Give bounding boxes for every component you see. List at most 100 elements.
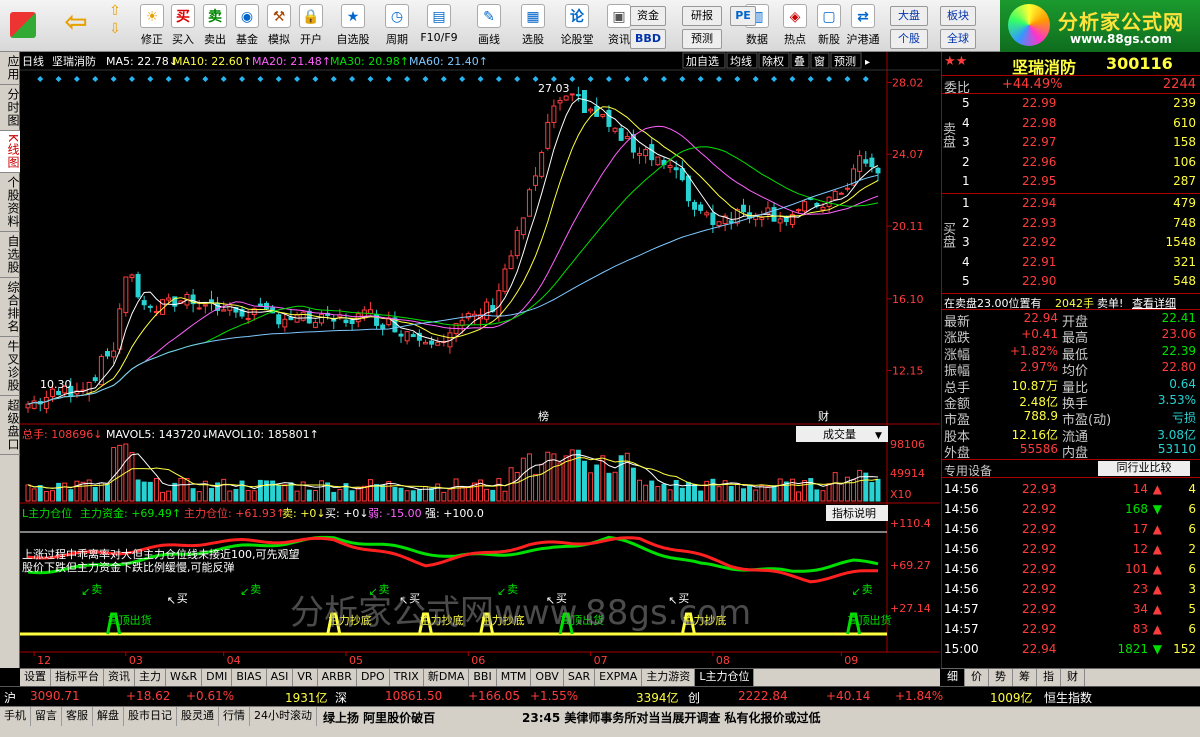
event-diamond-icon[interactable] bbox=[183, 76, 190, 82]
bottom-item-7[interactable]: 24小时滚动 bbox=[250, 707, 317, 726]
candle[interactable] bbox=[514, 229, 520, 257]
candle[interactable] bbox=[857, 155, 863, 172]
sidebar-item-6[interactable]: 牛叉诊股 bbox=[0, 337, 20, 396]
volume-bar[interactable] bbox=[630, 467, 636, 502]
candle[interactable] bbox=[526, 189, 532, 217]
grid-layout-icon[interactable] bbox=[2, 2, 44, 50]
volume-bar[interactable] bbox=[747, 485, 753, 502]
candle[interactable] bbox=[484, 301, 490, 320]
sidebar-item-2[interactable]: K线图 bbox=[0, 131, 20, 173]
event-diamond-icon[interactable] bbox=[752, 76, 759, 82]
volume-bar[interactable] bbox=[765, 486, 771, 502]
candle[interactable] bbox=[141, 300, 147, 306]
candle[interactable] bbox=[398, 333, 404, 337]
bottom-item-2[interactable]: 客服 bbox=[62, 707, 93, 726]
event-diamond-icon[interactable] bbox=[716, 76, 723, 82]
toolbar-button-7[interactable]: ◷ 周期 bbox=[376, 2, 418, 50]
volume-bar[interactable] bbox=[569, 449, 575, 502]
volume-bar[interactable] bbox=[386, 481, 392, 502]
volume-bar[interactable] bbox=[117, 444, 123, 502]
candle[interactable] bbox=[312, 321, 318, 328]
sidebar-item-1[interactable]: 分时图 bbox=[0, 85, 20, 131]
volume-bar[interactable] bbox=[704, 480, 710, 502]
right-tab-3[interactable]: 筹 bbox=[1013, 669, 1037, 686]
geban-button[interactable]: 个股 bbox=[890, 29, 928, 49]
event-diamond-icon[interactable] bbox=[826, 76, 833, 82]
dapan-button[interactable]: 大盘 bbox=[890, 6, 928, 26]
volume-bar[interactable] bbox=[539, 463, 545, 502]
tab-2[interactable]: 资讯 bbox=[104, 669, 135, 686]
candle[interactable] bbox=[581, 90, 587, 113]
candle[interactable] bbox=[435, 341, 441, 346]
event-diamond-icon[interactable] bbox=[734, 76, 741, 82]
tab-9[interactable]: ARBR bbox=[318, 669, 357, 686]
toolbar-button-3[interactable]: ◉ 基金 bbox=[232, 2, 262, 50]
candle[interactable] bbox=[777, 218, 783, 224]
volume-bar[interactable] bbox=[319, 480, 325, 502]
volume-bar[interactable] bbox=[129, 452, 135, 502]
volume-bar[interactable] bbox=[374, 484, 380, 502]
back-arrow-icon[interactable]: ⇦ bbox=[58, 2, 94, 50]
kline-svg[interactable]: 高顶出货 主力抄底 主力抄底 主力抄底 高顶出货 主力抄底 高顶出货↙ 卖↖ 买↙ 卖 ↙ 卖↖ 买↙ 卖… bbox=[20, 52, 940, 668]
event-diamond-icon[interactable] bbox=[807, 76, 814, 82]
candle[interactable] bbox=[25, 403, 31, 409]
candle[interactable] bbox=[637, 153, 642, 156]
toolbar-button-16[interactable]: ⇄ 沪港通 bbox=[842, 2, 884, 50]
candle[interactable] bbox=[673, 167, 679, 171]
volume-bar[interactable] bbox=[31, 488, 37, 502]
volume-bar[interactable] bbox=[496, 478, 502, 502]
volume-bar[interactable] bbox=[618, 455, 624, 502]
volume-bar[interactable] bbox=[172, 482, 178, 502]
volume-bar[interactable] bbox=[380, 484, 386, 502]
volume-bar[interactable] bbox=[208, 487, 214, 502]
candle[interactable] bbox=[202, 304, 208, 307]
volume-bar[interactable] bbox=[147, 481, 153, 502]
bankuai-button[interactable]: 板块 bbox=[940, 6, 976, 26]
candle[interactable] bbox=[111, 350, 117, 358]
candle[interactable] bbox=[600, 114, 606, 117]
candle[interactable] bbox=[282, 318, 288, 328]
toolbar-button-10[interactable]: ▦ 选股 bbox=[512, 2, 554, 50]
right-tab-4[interactable]: 指 bbox=[1037, 669, 1061, 686]
candle[interactable] bbox=[832, 190, 838, 201]
notice-detail-link[interactable]: 查看详细 bbox=[1132, 295, 1176, 311]
candle[interactable] bbox=[520, 217, 526, 236]
candle[interactable] bbox=[92, 377, 98, 382]
tab-12[interactable]: 新DMA bbox=[424, 669, 470, 686]
star-icon[interactable]: ★★ bbox=[944, 54, 967, 69]
volume-bar[interactable] bbox=[710, 478, 716, 502]
volume-bar[interactable] bbox=[453, 478, 459, 502]
volume-bar[interactable] bbox=[459, 486, 465, 502]
tab-10[interactable]: DPO bbox=[357, 669, 390, 686]
volume-bar[interactable] bbox=[435, 483, 441, 502]
event-diamond-icon[interactable] bbox=[220, 76, 227, 82]
volume-bar[interactable] bbox=[276, 485, 282, 502]
candle[interactable] bbox=[569, 93, 575, 96]
event-diamond-icon[interactable] bbox=[275, 76, 282, 82]
bbd-button[interactable]: BBD bbox=[630, 29, 666, 49]
toolbar-button-6[interactable]: ★ 自选股 bbox=[332, 2, 374, 50]
toolbar-button-11[interactable]: 论论股堂 bbox=[556, 2, 598, 50]
volume-bar[interactable] bbox=[777, 478, 783, 502]
volume-bar[interactable] bbox=[62, 482, 68, 502]
volume-bar[interactable] bbox=[294, 490, 300, 502]
toolbar-button-5[interactable]: 🔒 开户 bbox=[296, 2, 326, 50]
sidebar-item-3[interactable]: 个股资料 bbox=[0, 173, 20, 232]
tab-18[interactable]: 主力游资 bbox=[642, 669, 696, 686]
volume-bar[interactable] bbox=[233, 488, 239, 502]
volume-bar[interactable] bbox=[832, 472, 838, 502]
candle[interactable] bbox=[575, 94, 581, 97]
volume-bar[interactable] bbox=[37, 485, 43, 502]
volume-bar[interactable] bbox=[429, 488, 435, 502]
candle[interactable] bbox=[716, 221, 722, 227]
volume-bar[interactable] bbox=[808, 478, 814, 502]
candle[interactable] bbox=[551, 105, 557, 123]
volume-bar[interactable] bbox=[160, 491, 166, 502]
volume-bar[interactable] bbox=[306, 489, 312, 502]
volume-bar[interactable] bbox=[875, 478, 881, 502]
event-diamond-icon[interactable] bbox=[349, 76, 356, 82]
quanqiu-button[interactable]: 全球 bbox=[940, 29, 976, 49]
volume-bar[interactable] bbox=[410, 490, 416, 502]
candle[interactable] bbox=[533, 175, 539, 186]
event-diamond-icon[interactable] bbox=[55, 76, 62, 82]
